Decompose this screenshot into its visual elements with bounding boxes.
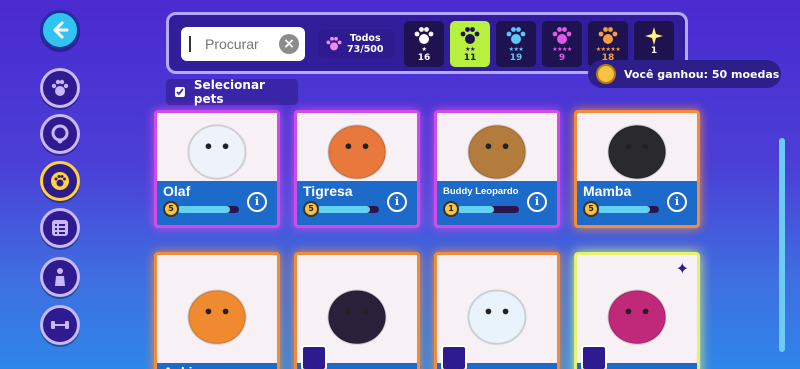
pet-name: Olaf: [163, 183, 191, 199]
pet-info-bar: Askira: [157, 363, 277, 369]
rarity-count: 16: [417, 53, 431, 63]
xp-bar: [317, 206, 379, 213]
xp-bar: [177, 206, 239, 213]
sparkle-icon: [645, 27, 663, 45]
all-filter-count: 73/500: [347, 44, 384, 55]
level-badge: 1: [443, 201, 459, 217]
rarity-filter-2[interactable]: ★★ 11: [450, 21, 490, 67]
xp-bar: [457, 206, 519, 213]
sidebar: [0, 0, 120, 369]
xp-bar-fill: [317, 206, 370, 213]
collar-icon: [51, 124, 69, 144]
text-cursor-icon: [189, 36, 197, 52]
clear-search-button[interactable]: ×: [279, 34, 299, 54]
sidebar-training-button[interactable]: [40, 305, 80, 345]
info-button[interactable]: i: [527, 192, 547, 212]
paw-icon: [552, 27, 572, 44]
unowned-badge: [581, 345, 607, 369]
level-badge: 5: [163, 201, 179, 217]
coins-earned-banner: Você ganhou: 50 moedas: [588, 60, 781, 88]
xp-bar-fill: [457, 206, 495, 213]
paw-icon: [460, 27, 480, 44]
pet-name: Askira: [163, 364, 206, 369]
rarity-stars: ★★★: [508, 46, 524, 53]
pet-illustration: [187, 289, 247, 345]
xp-bar-fill: [597, 206, 650, 213]
all-filter-text: Todos 73/500: [347, 33, 384, 55]
sparkle-icon: ✦: [675, 259, 689, 278]
paw-icon: [414, 27, 434, 44]
search-box[interactable]: ×: [181, 27, 305, 61]
pet-name: Buddy Leopardo: [443, 186, 519, 197]
pet-card[interactable]: Olaf 5 i: [154, 110, 280, 228]
search-input[interactable]: [205, 36, 285, 52]
unowned-badge: [301, 345, 327, 369]
all-pets-filter[interactable]: Todos 73/500: [319, 29, 395, 59]
rarity-stars: ★★★★: [552, 46, 572, 53]
sidebar-list-button[interactable]: [40, 208, 80, 248]
xp-bar: [597, 206, 659, 213]
coins-message: Você ganhou: 50 moedas: [624, 67, 780, 81]
pet-info-bar: Olaf 5 i: [157, 181, 277, 225]
sidebar-paw-badge-button[interactable]: [40, 161, 80, 201]
rarity-stars: ★★★★★: [595, 46, 621, 53]
info-button[interactable]: i: [667, 192, 687, 212]
scrollbar[interactable]: [779, 138, 785, 352]
select-pets-label: Selecionar pets: [193, 78, 265, 106]
rarity-count: 1: [650, 46, 658, 56]
checkbox-icon: [174, 87, 185, 97]
rarity-count: 11: [463, 53, 477, 63]
info-button[interactable]: i: [387, 192, 407, 212]
pet-card[interactable]: Askira: [154, 252, 280, 369]
pet-info-bar: Buddy Leopardo 1 i: [437, 181, 557, 225]
back-button[interactable]: [40, 10, 80, 50]
pet-card[interactable]: Buddy Leopardo 1 i: [434, 110, 560, 228]
pet-card[interactable]: Mamba 5 i: [574, 110, 700, 228]
rarity-count: 19: [509, 53, 523, 63]
pet-card[interactable]: Luke: [434, 252, 560, 369]
pet-card[interactable]: Dragon ✦: [574, 252, 700, 369]
paw-icon: [51, 79, 69, 96]
dumbbell-icon: [51, 321, 69, 329]
unowned-badge: [441, 345, 467, 369]
paw-icon: [506, 27, 526, 44]
sidebar-collar-button[interactable]: [40, 114, 80, 154]
pet-name: Mamba: [583, 183, 632, 199]
level-badge: 5: [583, 201, 599, 217]
paw-icon: [598, 27, 618, 44]
pet-card[interactable]: Aurora: [294, 252, 420, 369]
pet-name: Tigresa: [303, 183, 353, 199]
sidebar-character-button[interactable]: [40, 257, 80, 297]
coin-icon: [596, 64, 616, 84]
info-button[interactable]: i: [247, 192, 267, 212]
rarity-filter-4[interactable]: ★★★★ 9: [542, 21, 582, 67]
pet-info-bar: Mamba 5 i: [577, 181, 697, 225]
pet-info-bar: Tigresa 5 i: [297, 181, 417, 225]
person-icon: [55, 268, 65, 286]
sidebar-pets-button[interactable]: [40, 68, 80, 108]
all-filter-label: Todos: [349, 33, 381, 44]
xp-bar-fill: [177, 206, 230, 213]
select-pets-button[interactable]: Selecionar pets: [166, 78, 298, 106]
rarity-count: 9: [558, 53, 566, 63]
paw-icon: [326, 36, 342, 51]
back-arrow-icon: [53, 21, 69, 39]
rarity-stars: ★★: [465, 46, 475, 53]
rarity-stars: ★: [421, 46, 427, 53]
list-icon: [52, 220, 68, 236]
level-badge: 5: [303, 201, 319, 217]
rarity-filter-1[interactable]: ★ 16: [404, 21, 444, 67]
pet-card[interactable]: Tigresa 5 i: [294, 110, 420, 228]
rarity-filter-3[interactable]: ★★★ 19: [496, 21, 536, 67]
paw-badge-icon: [51, 172, 69, 190]
